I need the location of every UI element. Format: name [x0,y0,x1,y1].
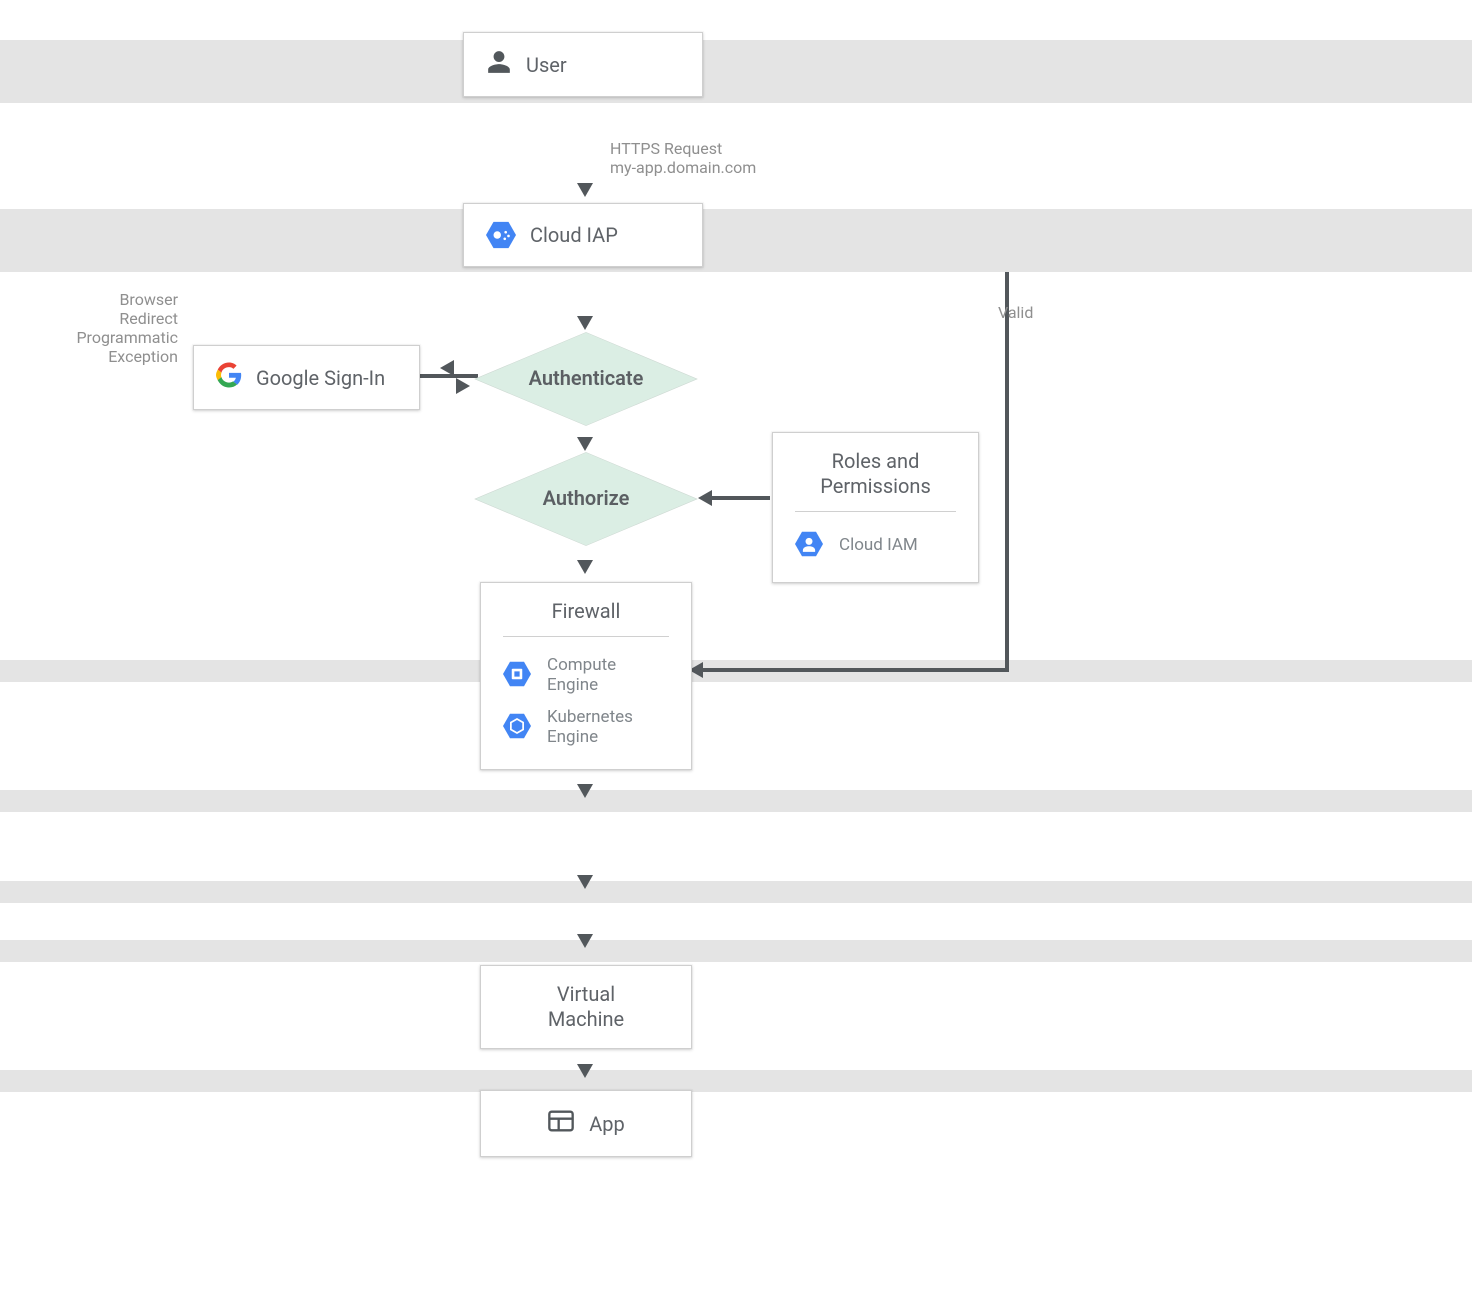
valid-note: Valid [998,303,1033,322]
google-signin-box: Google Sign-In [193,345,420,410]
valid-down [1005,272,1009,670]
kubernetes-engine-icon [503,712,533,742]
kubernetes-engine-label: Kubernetes Engine [547,707,669,747]
roles-permissions-box: Roles and Permissions Cloud IAM [772,432,979,583]
https-note: HTTPS Request my-app.domain.com [610,139,756,177]
cloud-iam-icon [795,530,825,560]
authorize-label: Authorize [470,486,702,510]
arrow-to-signin [440,360,454,376]
line-roles-auth [710,496,770,500]
cloud-iap-box: Cloud IAP [463,203,703,267]
arrow-authorize-to-firewall [577,560,593,574]
redirect-note: Browser Redirect Programmatic Exception [48,290,178,366]
app-label: App [589,1112,625,1136]
user-icon [486,49,512,80]
app-icon [547,1107,575,1140]
user-box: User [463,32,703,97]
arrow-vm-to-app [577,1064,593,1078]
cloud-iap-label: Cloud IAP [530,223,618,247]
arrow-vm-gap [577,875,593,889]
cloud-iam-label: Cloud IAM [839,535,918,555]
compute-engine-label: Compute Engine [547,655,669,695]
vm-line1: Virtual [503,982,669,1007]
roles-line2: Permissions [795,474,956,499]
band-7 [0,1070,1472,1092]
cloud-iap-icon [486,220,516,250]
roles-divider [795,511,956,512]
band-4 [0,790,1472,812]
arrow-auth-to-authorize [577,437,593,451]
vm-box: Virtual Machine [480,965,692,1049]
band-6 [0,940,1472,962]
arrow-user-to-iap [577,183,593,197]
band-5 [0,881,1472,903]
firewall-box: Firewall Compute Engine Kubernetes Engin… [480,582,692,770]
compute-engine-icon [503,660,533,690]
user-label: User [526,53,567,77]
arrow-to-vm [577,934,593,948]
valid-across [701,668,1009,672]
authenticate-label: Authenticate [470,366,702,390]
firewall-divider [503,636,669,637]
google-icon [216,362,242,393]
band-2 [0,209,1472,272]
app-box: App [480,1090,692,1157]
firewall-title: Firewall [503,599,669,624]
arrow-from-signin [456,378,470,394]
vm-line2: Machine [503,1007,669,1032]
roles-line1: Roles and [795,449,956,474]
band-1 [0,40,1472,103]
google-signin-label: Google Sign-In [256,366,385,390]
arrow-iap-to-auth [577,316,593,330]
arrow-firewall-vm [577,784,593,798]
